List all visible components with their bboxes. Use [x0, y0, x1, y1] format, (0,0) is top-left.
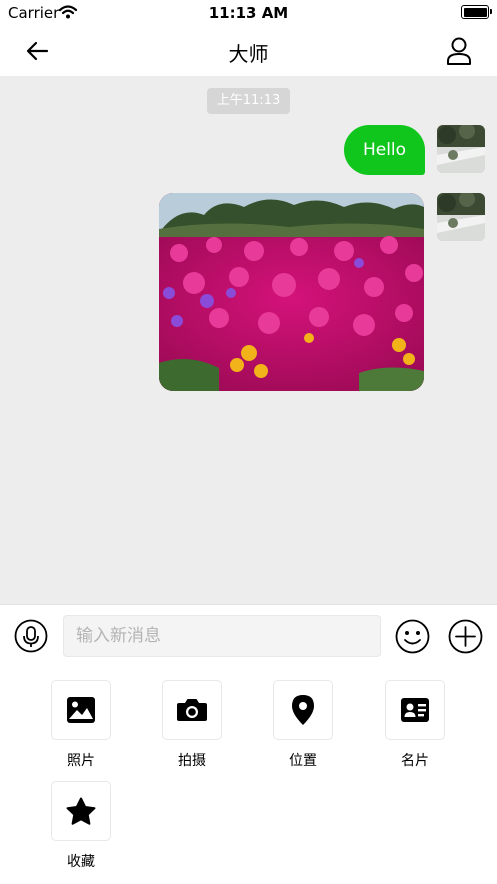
- tool-contact-card[interactable]: 名片: [385, 680, 445, 770]
- tool-photo-box[interactable]: [51, 680, 111, 740]
- tool-location-box[interactable]: [273, 680, 333, 740]
- avatar[interactable]: [437, 125, 485, 173]
- location-pin-icon: [292, 695, 314, 725]
- status-bar: Carrier 11:13 AM: [0, 0, 497, 26]
- avatar[interactable]: [437, 193, 485, 241]
- tool-photo-label: 照片: [67, 753, 95, 769]
- tool-location-label: 位置: [289, 753, 317, 769]
- tool-location[interactable]: 位置: [273, 680, 333, 770]
- message-timestamp: 上午11:13: [207, 88, 290, 114]
- tool-favorites[interactable]: 收藏: [51, 781, 111, 871]
- tool-favorites-box[interactable]: [51, 781, 111, 841]
- tool-camera-label: 拍摄: [178, 753, 206, 769]
- tool-camera[interactable]: 拍摄: [162, 680, 222, 770]
- tool-contact-card-label: 名片: [401, 753, 429, 769]
- tool-camera-box[interactable]: [162, 680, 222, 740]
- smiley-icon[interactable]: [395, 619, 430, 654]
- image-message[interactable]: [159, 193, 424, 391]
- battery-icon: [461, 5, 492, 19]
- microphone-icon[interactable]: [14, 619, 48, 653]
- chat-area[interactable]: 上午11:13 Hello: [0, 76, 497, 604]
- star-icon: [66, 797, 96, 825]
- tool-contact-card-box[interactable]: [385, 680, 445, 740]
- user-icon[interactable]: [445, 36, 473, 66]
- text-message-bubble[interactable]: Hello: [344, 125, 425, 175]
- image-icon: [67, 697, 95, 723]
- input-panel: 照片 拍摄 位置: [0, 604, 497, 884]
- message-input[interactable]: [63, 615, 381, 657]
- contact-card-icon: [401, 698, 429, 722]
- plus-circle-icon[interactable]: [448, 619, 483, 654]
- navigation-bar: 大师: [0, 26, 497, 76]
- tool-favorites-label: 收藏: [67, 854, 95, 870]
- status-time: 11:13 AM: [208, 4, 289, 22]
- camera-icon: [177, 699, 207, 721]
- tool-photo[interactable]: 照片: [51, 680, 111, 770]
- page-title: 大师: [228, 42, 269, 66]
